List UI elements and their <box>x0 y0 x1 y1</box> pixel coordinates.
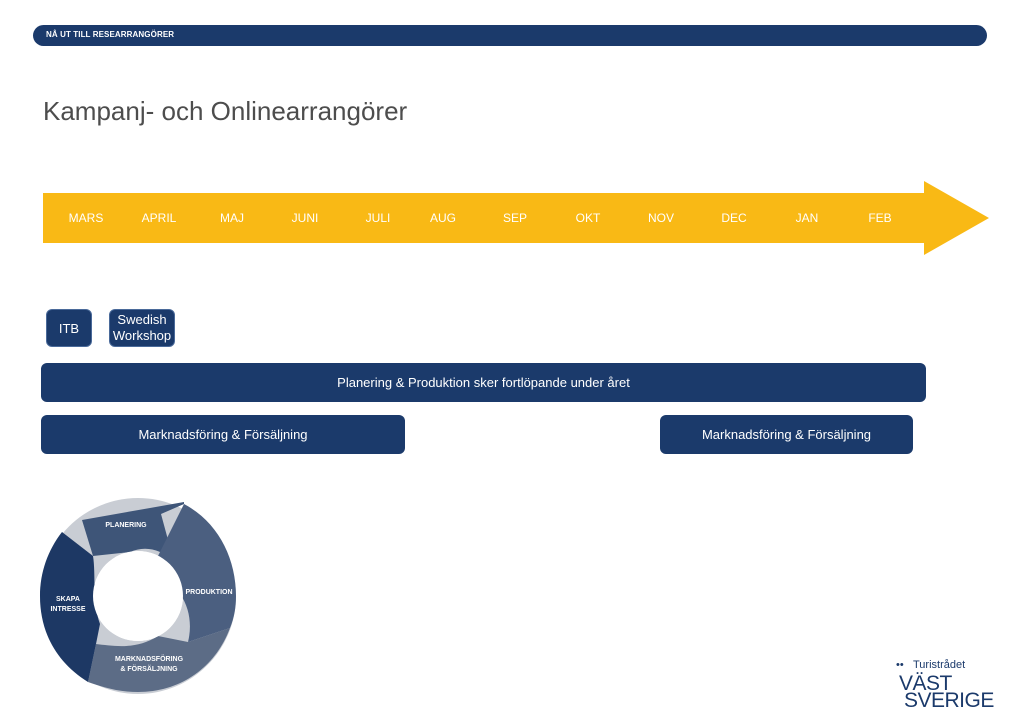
page-title: Kampanj- och Onlinearrangörer <box>43 96 408 126</box>
month-juli: JULI <box>365 211 391 225</box>
cycle-label-marknadsforing: MARKNADSFÖRING & FÖRSÄLJNING <box>114 656 184 673</box>
logo-line2: SVERIGE <box>904 689 994 712</box>
itb-event: ITB <box>46 309 92 347</box>
planning-bar: Planering & Produktion sker fortlöpande … <box>41 363 926 402</box>
cycle-label-skapa-intresse: SKAPA INTRESSE <box>50 596 86 613</box>
month-nov: NOV <box>647 211 674 225</box>
top-banner: NÅ UT TILL RESEARRANGÖRER <box>33 25 987 46</box>
marketing-bar-label: Marknadsföring & Försäljning <box>138 427 308 442</box>
month-jan: JAN <box>795 211 819 225</box>
logo-small-text: Turistrådet <box>913 659 966 671</box>
month-okt: OKT <box>575 211 601 225</box>
timeline-arrow: MARS APRIL MAJ JUNI JULI AUG SEP OKT NOV… <box>43 181 989 255</box>
month-mars: MARS <box>68 211 104 225</box>
process-cycle-diagram: PLANERING PRODUKTION MARKNADSFÖRING & FÖ… <box>38 496 238 701</box>
vastsverige-logo: •• Turistrådet VÄST SVERIGE <box>896 658 1000 714</box>
itb-label: ITB <box>58 320 80 336</box>
marketing-bar-autumn: Marknadsföring & Försäljning <box>660 415 913 454</box>
month-feb: FEB <box>868 211 892 225</box>
month-dec: DEC <box>721 211 747 225</box>
month-april: APRIL <box>141 211 177 225</box>
cycle-label-produktion: PRODUKTION <box>185 589 233 596</box>
banner-text: NÅ UT TILL RESEARRANGÖRER <box>46 30 175 39</box>
logo-dots: •• <box>896 659 904 671</box>
swedish-workshop-event: Swedish Workshop <box>109 309 175 347</box>
month-aug: AUG <box>429 211 456 225</box>
month-maj: MAJ <box>220 211 244 225</box>
marketing-bar-label: Marknadsföring & Försäljning <box>701 427 872 442</box>
marketing-bar-spring: Marknadsföring & Försäljning <box>41 415 405 454</box>
month-juni: JUNI <box>291 211 319 225</box>
planning-bar-label: Planering & Produktion sker fortlöpande … <box>337 375 630 390</box>
swedish-workshop-label: Swedish Workshop <box>112 312 172 343</box>
cycle-label-planering: PLANERING <box>105 522 147 529</box>
month-sep: SEP <box>502 211 527 225</box>
